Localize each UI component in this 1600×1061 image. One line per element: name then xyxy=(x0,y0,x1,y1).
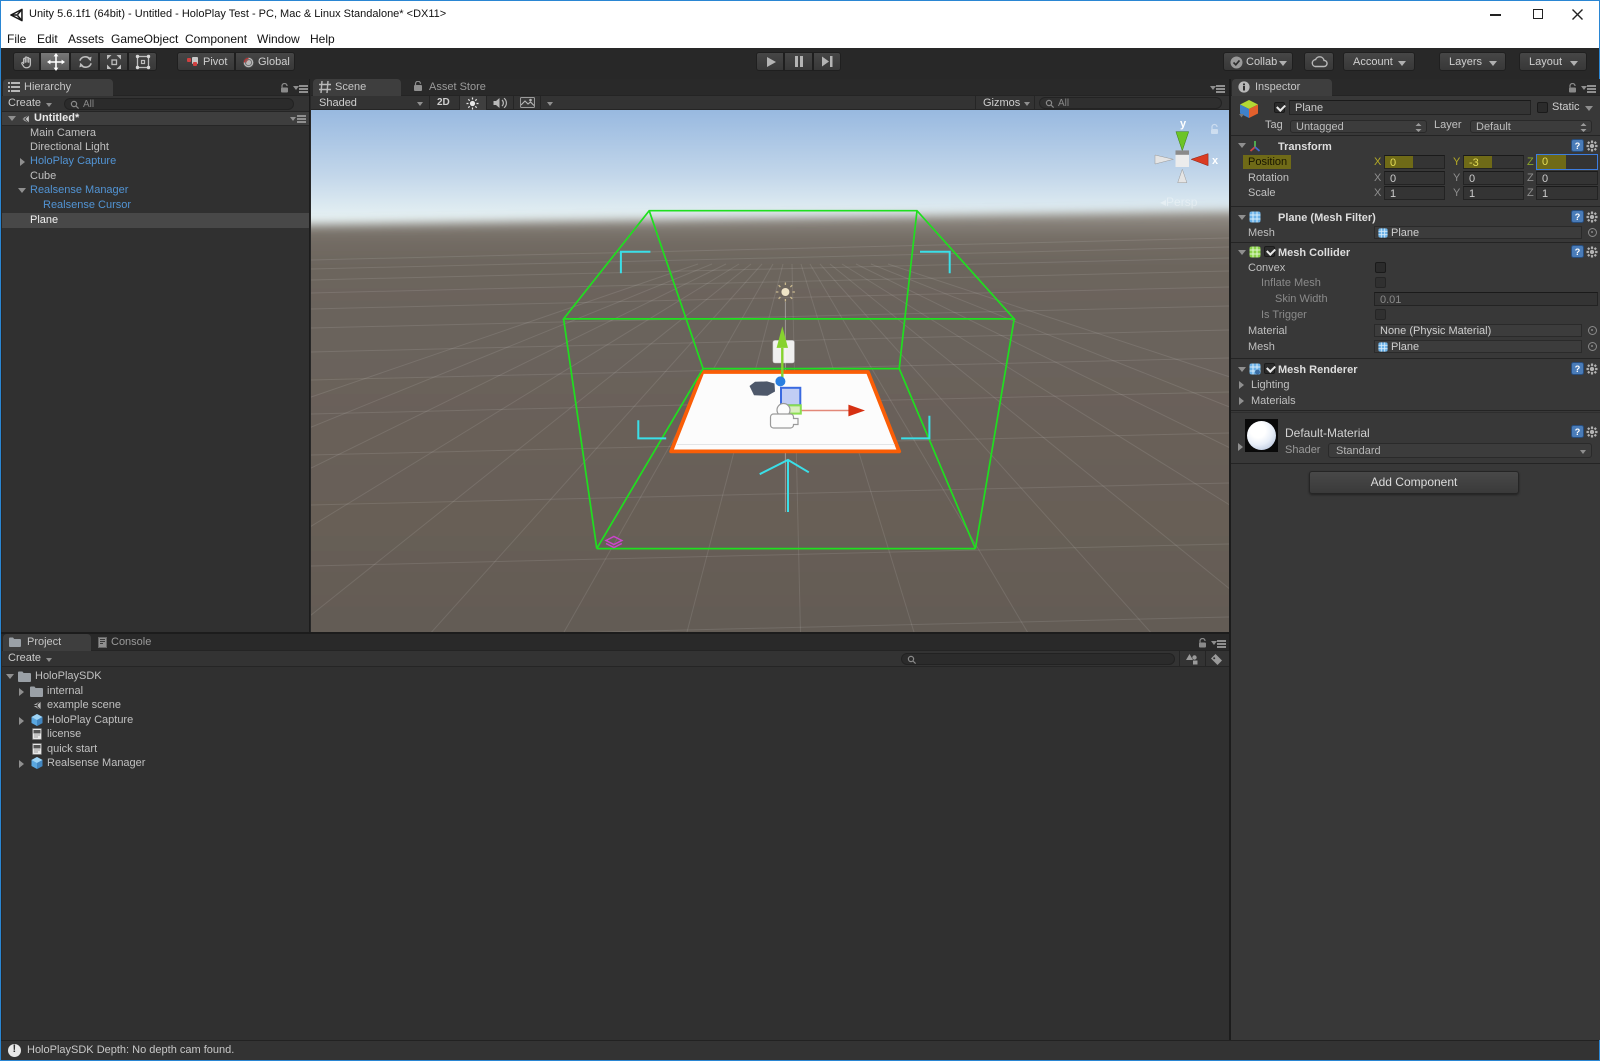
svg-text:?: ? xyxy=(1575,427,1581,437)
svg-text:?: ? xyxy=(1575,364,1581,374)
svg-text:?: ? xyxy=(1575,247,1581,257)
svg-text:◂Persp: ◂Persp xyxy=(1160,195,1198,209)
svg-text:?: ? xyxy=(1575,212,1581,222)
svg-text:?: ? xyxy=(1575,141,1581,151)
svg-text:y: y xyxy=(1180,118,1187,130)
svg-text:x: x xyxy=(1212,155,1219,167)
